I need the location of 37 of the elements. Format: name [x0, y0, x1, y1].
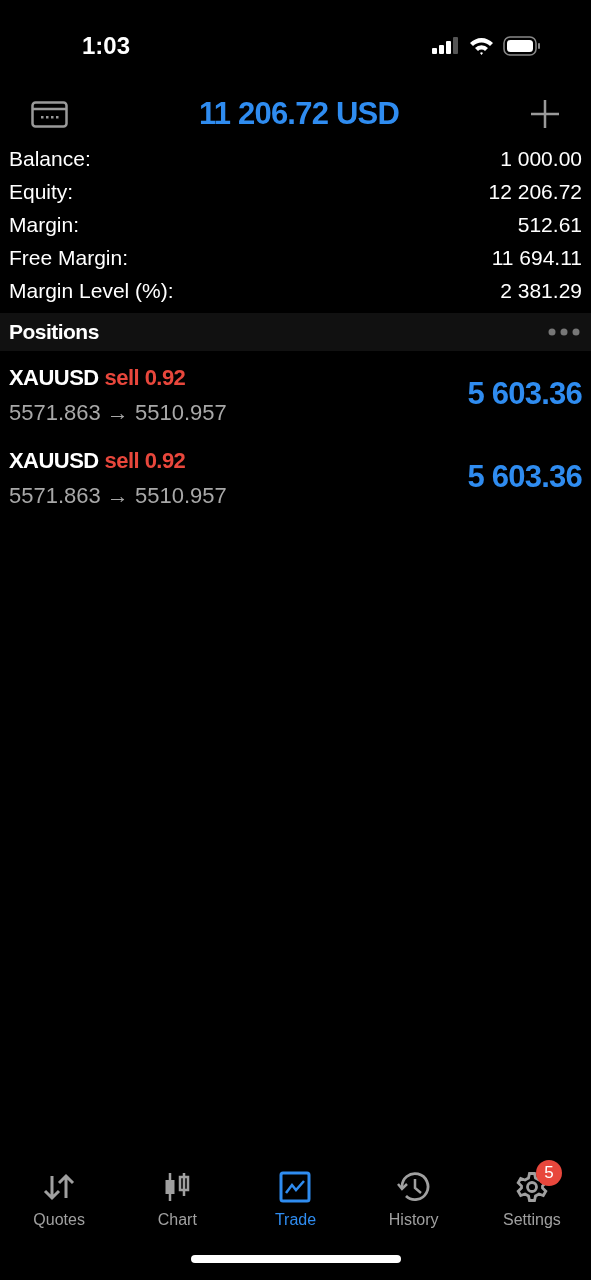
account-balance-title: 11 206.72 USD	[198, 94, 400, 133]
position-symbol: XAUUSD	[9, 363, 99, 392]
account-label: Equity:	[9, 178, 74, 205]
account-value: 11 694.11	[491, 244, 582, 271]
more-icon[interactable]	[548, 328, 580, 336]
position-prices: 5571.863 → 5510.957	[9, 398, 227, 427]
line-chart-icon	[279, 1171, 312, 1203]
add-icon[interactable]	[530, 99, 560, 129]
account-value: 2 381.29	[500, 277, 582, 304]
battery-icon	[503, 36, 541, 56]
candlestick-icon	[164, 1172, 191, 1202]
position-trade: sell 0.92	[104, 363, 186, 392]
signal-icon	[432, 37, 460, 55]
section-title: Positions	[9, 319, 99, 346]
account-label: Free Margin:	[9, 244, 129, 271]
position-prices: 5571.863 → 5510.957	[9, 481, 227, 510]
position-profit: 5 603.36	[467, 375, 582, 414]
account-label: Margin Level (%):	[9, 277, 174, 304]
position-profit: 5 603.36	[467, 458, 582, 497]
account-value: 1 000.00	[500, 145, 582, 172]
notification-badge: 5	[535, 1160, 562, 1186]
account-icon[interactable]	[31, 100, 68, 128]
account-label: Balance:	[9, 145, 91, 172]
tab[interactable]: History	[354, 1158, 473, 1238]
wifi-icon	[469, 37, 494, 55]
account-value: 512.61	[517, 211, 582, 238]
position-symbol: XAUUSD	[9, 446, 99, 475]
tab[interactable]: Trade	[236, 1158, 355, 1238]
position-trade: sell 0.92	[104, 446, 186, 475]
tab[interactable]: Quotes	[0, 1158, 119, 1238]
account-label: Margin:	[9, 211, 80, 238]
account-value: 12 206.72	[488, 178, 582, 205]
status-time: 1:03	[82, 31, 131, 61]
arrows-icon	[42, 1172, 77, 1202]
tab[interactable]: Chart	[118, 1158, 237, 1238]
tab[interactable]: 5 Settings	[472, 1158, 591, 1238]
history-icon	[396, 1171, 431, 1203]
